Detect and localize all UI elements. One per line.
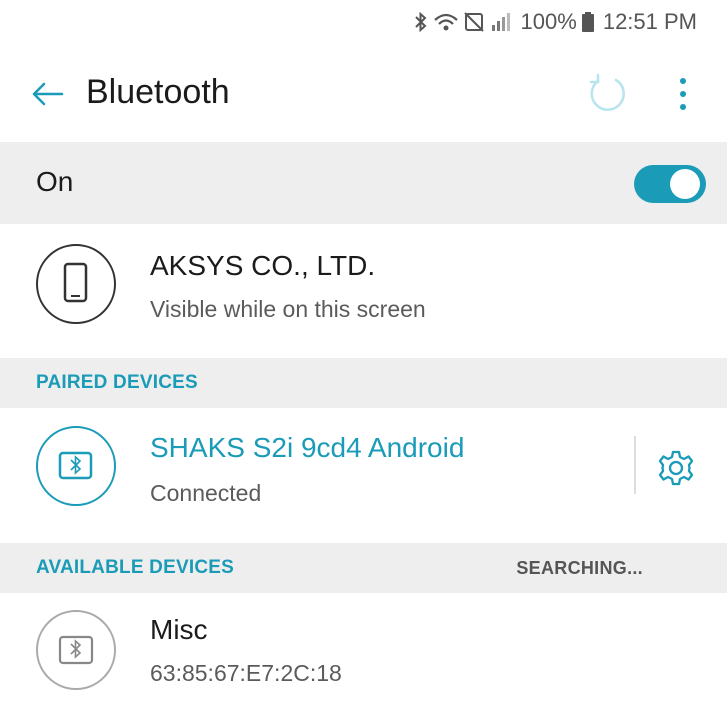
this-device-row[interactable]: AKSYS CO., LTD. Visible while on this sc… (0, 224, 727, 340)
phone-icon (36, 244, 116, 324)
this-device-subtitle: Visible while on this screen (150, 296, 426, 322)
paired-device-name: SHAKS S2i 9cd4 Android (150, 432, 465, 463)
available-device-name: Misc (150, 614, 208, 645)
searching-status: SEARCHING... (516, 558, 643, 578)
refresh-icon[interactable] (586, 72, 628, 114)
switch-knob (670, 169, 700, 199)
gear-icon[interactable] (656, 448, 696, 488)
available-devices-header: AVAILABLE DEVICES SEARCHING... (0, 543, 727, 593)
row-divider (634, 436, 636, 494)
paired-devices-title: PAIRED DEVICES (36, 372, 198, 393)
bluetooth-toggle-row[interactable]: On (0, 142, 727, 224)
bluetooth-switch[interactable] (634, 165, 706, 203)
status-bar: 100% 12:51 PM (0, 0, 727, 44)
back-arrow-icon[interactable] (30, 76, 66, 112)
page-title: Bluetooth (86, 73, 230, 111)
bluetooth-icon (413, 11, 429, 33)
paired-device-row[interactable]: SHAKS S2i 9cd4 Android Connected (0, 410, 727, 522)
paired-device-status: Connected (150, 480, 262, 506)
nfc-icon (463, 11, 485, 33)
status-time: 12:51 PM (602, 9, 697, 34)
paired-devices-header: PAIRED DEVICES (0, 358, 727, 408)
toggle-label: On (36, 166, 74, 197)
wifi-icon (433, 11, 459, 33)
bluetooth-device-icon (36, 610, 116, 690)
status-icons (413, 11, 511, 33)
app-bar: Bluetooth (0, 58, 727, 130)
battery-icon (581, 11, 595, 33)
more-vert-icon[interactable] (668, 74, 698, 114)
available-devices-title: AVAILABLE DEVICES (36, 557, 234, 578)
battery-percent: 100% (520, 9, 577, 34)
available-device-address: 63:85:67:E7:2C:18 (150, 660, 342, 686)
this-device-name: AKSYS CO., LTD. (150, 250, 376, 281)
available-device-row[interactable]: Misc 63:85:67:E7:2C:18 (0, 594, 727, 706)
bluetooth-device-icon (36, 426, 116, 506)
signal-icon (489, 11, 511, 33)
